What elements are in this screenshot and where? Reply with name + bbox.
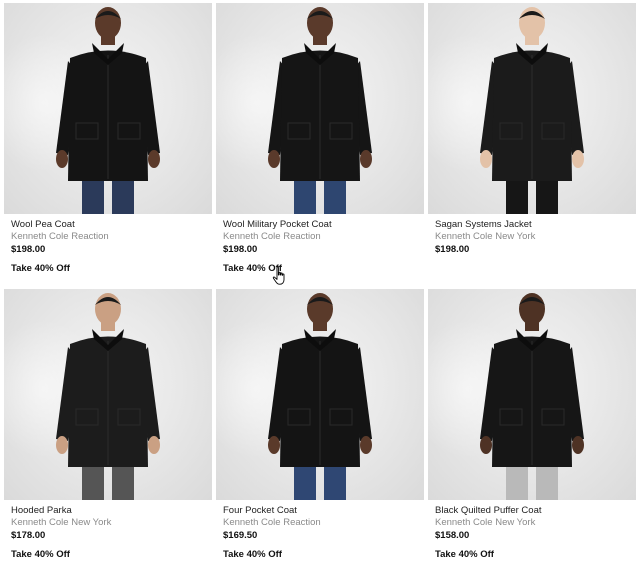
product-card[interactable]: Wool Pea Coat Kenneth Cole Reaction $198… xyxy=(4,3,212,285)
product-card[interactable]: Black Quilted Puffer Coat Kenneth Cole N… xyxy=(428,289,636,571)
model-figure xyxy=(480,293,584,500)
product-brand: Kenneth Cole Reaction xyxy=(11,231,109,242)
hand-pointer-icon xyxy=(272,266,285,285)
product-card[interactable]: Sagan Systems Jacket Kenneth Cole New Yo… xyxy=(428,3,636,285)
product-price: $198.00 xyxy=(435,244,470,255)
promo-link[interactable]: Take 40% Off xyxy=(223,549,282,560)
product-info: Wool Pea Coat Kenneth Cole Reaction $198… xyxy=(4,214,212,276)
product-card[interactable]: Hooded Parka Kenneth Cole New York $178.… xyxy=(4,289,212,571)
model-figure xyxy=(268,293,372,500)
product-image[interactable] xyxy=(216,3,424,214)
product-info: Wool Military Pocket Coat Kenneth Cole R… xyxy=(216,214,424,276)
product-price: $158.00 xyxy=(435,530,470,541)
product-image[interactable] xyxy=(4,289,212,500)
product-name[interactable]: Four Pocket Coat xyxy=(223,505,424,517)
product-image[interactable] xyxy=(4,3,212,214)
model-figure xyxy=(480,7,584,214)
model-figure xyxy=(268,7,372,214)
product-brand: Kenneth Cole New York xyxy=(435,517,536,528)
product-name[interactable]: Sagan Systems Jacket xyxy=(435,219,636,231)
product-image[interactable] xyxy=(216,289,424,500)
product-price: $198.00 xyxy=(11,244,46,255)
product-info: Sagan Systems Jacket Kenneth Cole New Yo… xyxy=(428,214,636,274)
product-brand: Kenneth Cole Reaction xyxy=(223,517,321,528)
model-figure xyxy=(56,293,160,500)
product-name[interactable]: Hooded Parka xyxy=(11,505,212,517)
product-info: Hooded Parka Kenneth Cole New York $178.… xyxy=(4,500,212,562)
product-name[interactable]: Wool Military Pocket Coat xyxy=(223,219,424,231)
product-brand: Kenneth Cole Reaction xyxy=(223,231,321,242)
product-card[interactable]: Four Pocket Coat Kenneth Cole Reaction $… xyxy=(216,289,424,571)
promo-link[interactable]: Take 40% Off xyxy=(11,263,70,274)
product-info: Black Quilted Puffer Coat Kenneth Cole N… xyxy=(428,500,636,562)
product-price: $169.50 xyxy=(223,530,258,541)
product-brand: Kenneth Cole New York xyxy=(11,517,112,528)
product-image[interactable] xyxy=(428,3,636,214)
product-price: $198.00 xyxy=(223,244,258,255)
product-card[interactable]: Wool Military Pocket Coat Kenneth Cole R… xyxy=(216,3,424,285)
product-name[interactable]: Black Quilted Puffer Coat xyxy=(435,505,636,517)
model-figure xyxy=(56,7,160,214)
product-name[interactable]: Wool Pea Coat xyxy=(11,219,212,231)
product-price: $178.00 xyxy=(11,530,46,541)
promo-link[interactable]: Take 40% Off xyxy=(435,549,494,560)
promo-link[interactable]: Take 40% Off xyxy=(11,549,70,560)
product-image[interactable] xyxy=(428,289,636,500)
product-brand: Kenneth Cole New York xyxy=(435,231,536,242)
product-grid: Wool Pea Coat Kenneth Cole Reaction $198… xyxy=(4,3,636,571)
product-info: Four Pocket Coat Kenneth Cole Reaction $… xyxy=(216,500,424,562)
